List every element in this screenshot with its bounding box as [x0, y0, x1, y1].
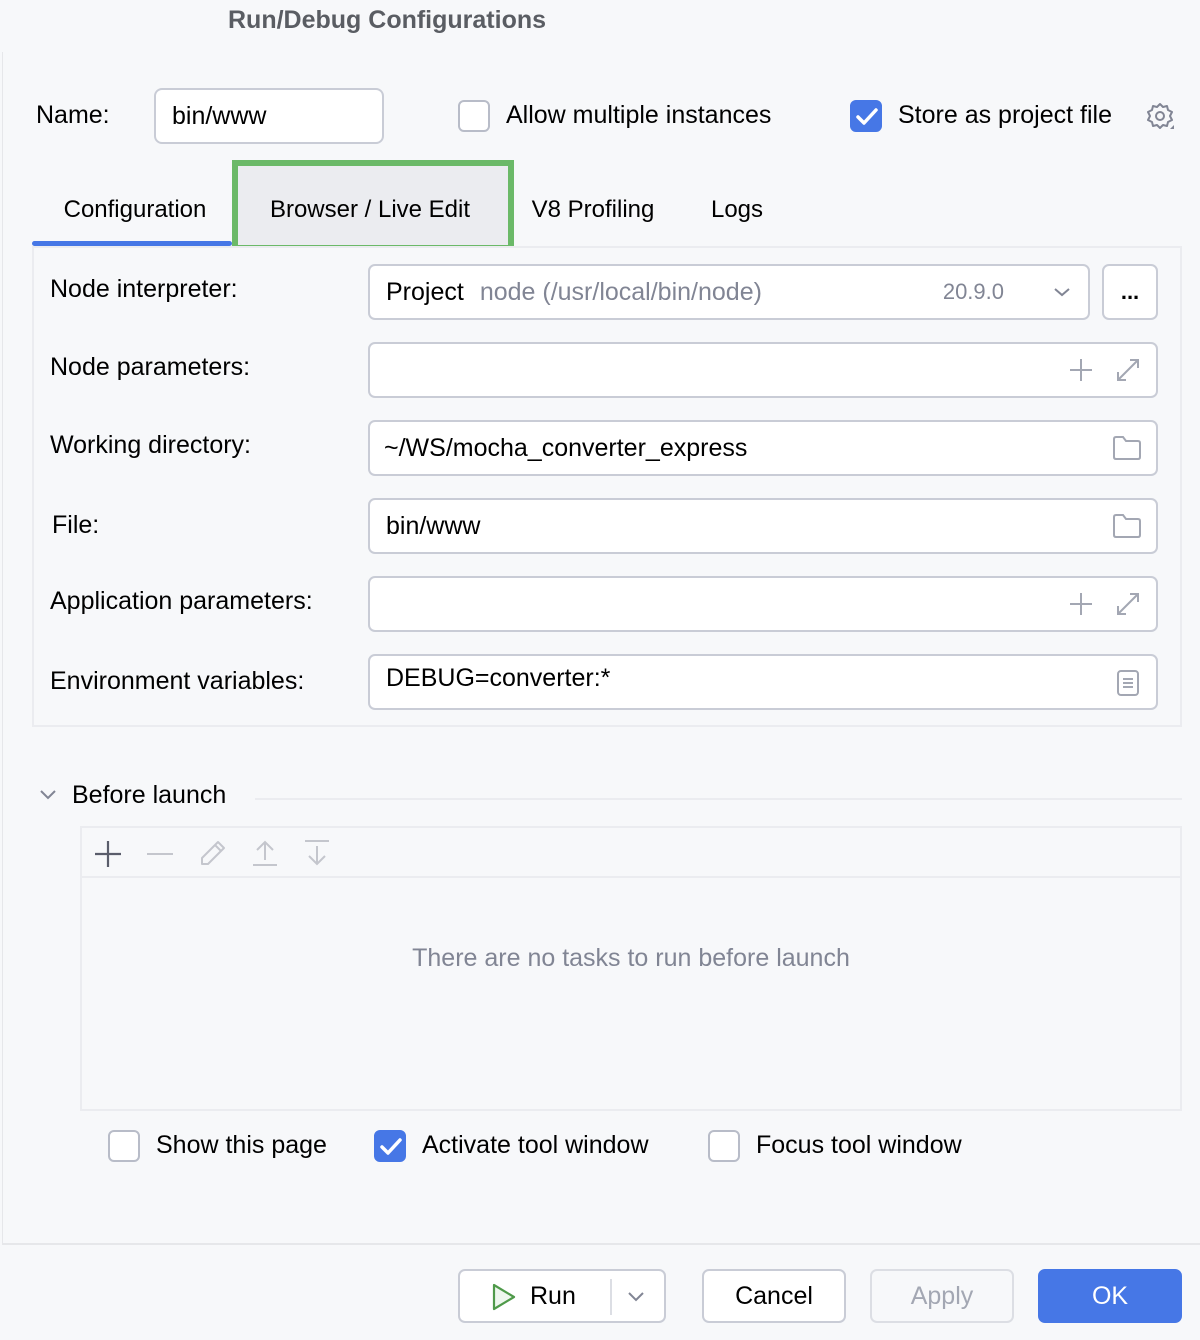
remove-icon[interactable] — [146, 840, 174, 868]
file-label: File: — [52, 511, 100, 539]
tab-v8-profiling[interactable]: V8 Profiling — [516, 178, 670, 242]
empty-tasks-message: There are no tasks to run before launch — [412, 944, 850, 972]
before-launch-toolbar — [82, 828, 1180, 878]
activate-tool-window-label[interactable]: Activate tool window — [422, 1131, 649, 1160]
node-interpreter-select[interactable]: Project node (/usr/local/bin/node) 20.9.… — [368, 264, 1090, 320]
allow-multiple-checkbox[interactable] — [458, 100, 490, 132]
chevron-down-icon[interactable] — [626, 1291, 646, 1303]
cancel-button[interactable]: Cancel — [702, 1269, 846, 1323]
node-parameters-input[interactable] — [368, 342, 1158, 398]
store-project-label[interactable]: Store as project file — [898, 101, 1112, 130]
section-divider — [255, 798, 1182, 800]
application-parameters-label: Application parameters: — [50, 587, 313, 615]
folder-icon[interactable] — [1112, 513, 1142, 539]
before-launch-title[interactable]: Before launch — [72, 781, 226, 810]
move-up-icon[interactable] — [250, 838, 280, 868]
file-input[interactable]: bin/www — [368, 498, 1158, 554]
working-directory-value: ~/WS/mocha_converter_express — [384, 433, 748, 462]
environment-variables-input[interactable]: DEBUG=converter:* — [368, 654, 1158, 710]
expand-icon[interactable] — [1112, 588, 1144, 620]
interpreter-version: 20.9.0 — [942, 279, 1004, 304]
collapse-chevron-icon[interactable] — [38, 788, 58, 802]
focus-tool-window-checkbox[interactable] — [708, 1130, 740, 1162]
dialog-title: Run/Debug Configurations — [228, 6, 547, 34]
environment-variables-label: Environment variables: — [50, 667, 305, 695]
add-icon[interactable] — [1068, 591, 1094, 617]
split-divider — [610, 1279, 612, 1315]
gear-icon[interactable] — [1144, 100, 1176, 132]
run-debug-dialog: Run/Debug Configurations Name: bin/www A… — [0, 0, 1200, 1340]
checkmark-icon — [856, 108, 878, 125]
environment-variables-value: DEBUG=converter:* — [386, 664, 611, 692]
show-this-page-checkbox[interactable] — [108, 1130, 140, 1162]
ok-button[interactable]: OK — [1038, 1269, 1182, 1323]
document-icon[interactable] — [1116, 669, 1140, 697]
browse-interpreter-button[interactable]: ... — [1102, 264, 1158, 320]
chevron-down-icon — [1054, 288, 1070, 297]
tab-logs[interactable]: Logs — [696, 178, 778, 242]
add-icon[interactable] — [94, 840, 122, 868]
folder-icon[interactable] — [1112, 435, 1142, 461]
interpreter-path: node (/usr/local/bin/node) — [479, 277, 762, 306]
before-launch-list: There are no tasks to run before launch — [80, 826, 1182, 1111]
name-value: bin/www — [172, 101, 267, 130]
checkmark-icon — [380, 1138, 402, 1155]
show-this-page-label[interactable]: Show this page — [156, 1131, 327, 1160]
application-parameters-input[interactable] — [368, 576, 1158, 632]
tab-configuration[interactable]: Configuration — [40, 178, 230, 242]
move-down-icon[interactable] — [302, 838, 332, 868]
name-label: Name: — [36, 101, 110, 129]
edit-icon[interactable] — [198, 838, 228, 868]
name-input[interactable]: bin/www — [154, 88, 384, 144]
tab-browser-live-edit[interactable]: Browser / Live Edit — [238, 178, 502, 242]
working-directory-input[interactable]: ~/WS/mocha_converter_express — [368, 420, 1158, 476]
working-directory-label: Working directory: — [50, 431, 251, 459]
allow-multiple-label[interactable]: Allow multiple instances — [506, 101, 771, 130]
run-label: Run — [530, 1281, 576, 1310]
expand-icon[interactable] — [1112, 354, 1144, 386]
activate-tool-window-checkbox[interactable] — [374, 1130, 406, 1162]
node-interpreter-label: Node interpreter: — [50, 275, 238, 303]
add-icon[interactable] — [1068, 357, 1094, 383]
file-value: bin/www — [386, 511, 481, 540]
apply-button[interactable]: Apply — [870, 1269, 1014, 1323]
ellipsis-icon: ... — [1120, 279, 1140, 304]
focus-tool-window-label[interactable]: Focus tool window — [756, 1131, 962, 1160]
store-project-checkbox[interactable] — [850, 100, 882, 132]
run-button[interactable]: Run — [458, 1269, 666, 1323]
interpreter-prefix: Project — [386, 277, 464, 306]
play-icon — [492, 1283, 516, 1311]
node-parameters-label: Node parameters: — [50, 353, 251, 381]
